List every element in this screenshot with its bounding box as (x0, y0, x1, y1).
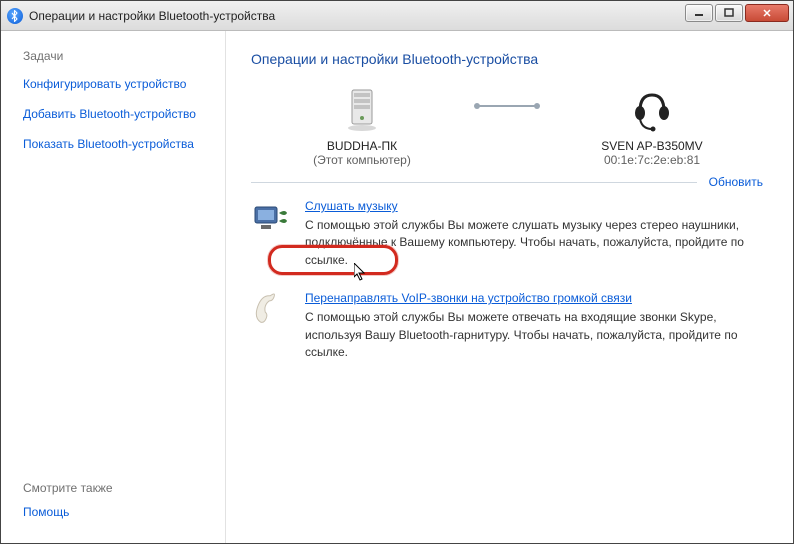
connection-line (477, 105, 537, 107)
device-pair-row: BUDDHA-ПК (Этот компьютер) SVEN AP-B350M… (251, 85, 763, 167)
page-heading: Операции и настройки Bluetooth-устройств… (251, 51, 763, 67)
remote-device-name: SVEN AP-B350MV (567, 139, 737, 153)
see-also-header: Смотрите также (23, 481, 211, 495)
divider (251, 182, 697, 183)
sidebar-item-show[interactable]: Показать Bluetooth-устройства (23, 137, 211, 151)
service-voip-desc: С помощью этой службы Вы можете отвечать… (305, 309, 763, 361)
maximize-button[interactable] (715, 4, 743, 22)
remote-device: SVEN AP-B350MV 00:1e:7c:2e:eb:81 (567, 85, 737, 167)
refresh-link[interactable]: Обновить (709, 175, 763, 189)
local-device-name: BUDDHA-ПК (277, 139, 447, 153)
tasks-header: Задачи (23, 49, 211, 63)
sidebar-item-configure[interactable]: Конфигурировать устройство (23, 77, 211, 91)
close-button[interactable] (745, 4, 789, 22)
minimize-button[interactable] (685, 4, 713, 22)
window-controls (685, 4, 789, 22)
service-music-desc: С помощью этой службы Вы можете слушать … (305, 217, 763, 269)
titlebar: Операции и настройки Bluetooth-устройств… (1, 1, 793, 31)
voip-service-icon (251, 291, 291, 331)
sidebar-item-add[interactable]: Добавить Bluetooth-устройство (23, 107, 211, 121)
main-panel: Операции и настройки Bluetooth-устройств… (226, 31, 793, 543)
music-service-icon (251, 199, 291, 239)
bluetooth-icon (7, 8, 23, 24)
sidebar-item-help[interactable]: Помощь (23, 505, 211, 519)
window-title: Операции и настройки Bluetooth-устройств… (29, 9, 275, 23)
service-music-link[interactable]: Слушать музыку (305, 199, 398, 213)
remote-device-mac: 00:1e:7c:2e:eb:81 (567, 153, 737, 167)
local-device: BUDDHA-ПК (Этот компьютер) (277, 85, 447, 167)
service-voip-link[interactable]: Перенаправлять VoIP-звонки на устройство… (305, 291, 632, 305)
headset-icon (628, 85, 676, 133)
service-music: Слушать музыку С помощью этой службы Вы … (251, 199, 763, 269)
refresh-row: Обновить (251, 175, 763, 189)
sidebar: Задачи Конфигурировать устройство Добави… (1, 31, 226, 543)
local-device-sub: (Этот компьютер) (277, 153, 447, 167)
computer-icon (338, 85, 386, 133)
service-voip: Перенаправлять VoIP-звонки на устройство… (251, 291, 763, 361)
